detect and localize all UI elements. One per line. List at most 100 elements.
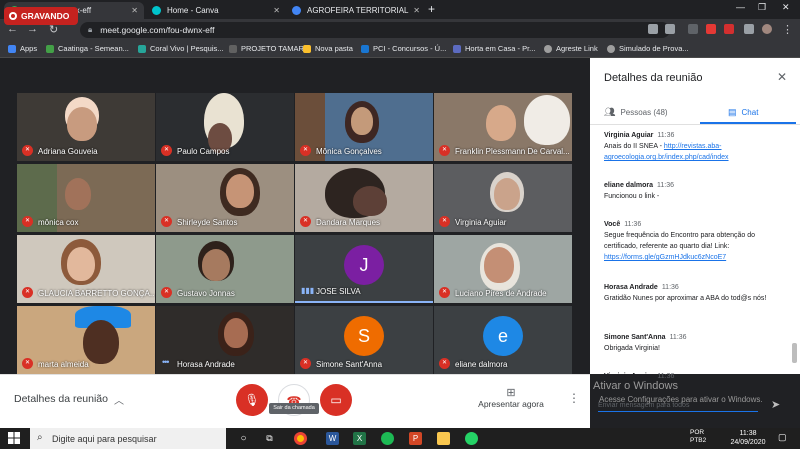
leave-call-tooltip: Sair da chamada <box>269 403 319 414</box>
globe-icon <box>607 44 615 53</box>
participant-tile[interactable]: ✕ Adriana Gouveia <box>17 93 155 161</box>
browser-menu-icon[interactable]: ⋮ <box>782 23 793 36</box>
chrome-app-icon[interactable] <box>294 432 307 445</box>
notifications-icon[interactable]: ▢ <box>778 432 787 443</box>
maximize-icon[interactable]: ❐ <box>758 2 766 13</box>
extensions-puzzle-icon[interactable] <box>744 24 754 34</box>
word-app-icon[interactable]: W <box>326 432 339 445</box>
camera-icon[interactable] <box>648 24 658 34</box>
more-options-icon[interactable]: ⋮ <box>568 391 580 405</box>
close-panel-icon[interactable]: ✕ <box>777 70 787 84</box>
close-tab-icon[interactable]: ✕ <box>131 6 138 15</box>
present-now-button[interactable]: ⊞ Apresentar agora <box>476 386 546 409</box>
search-placeholder: Digite aqui para pesquisar <box>52 433 157 444</box>
message-text: Gratidão Nunes por aproximar a ABA do to… <box>604 295 767 302</box>
language-indicator[interactable]: POR PTB2 <box>690 429 706 445</box>
tab-people[interactable]: 👥︎ Pessoas (48) <box>604 107 668 118</box>
browser-tab-agrofeira[interactable]: AGROFEIRA TERRITORIAL - Soci ✕ <box>286 2 426 19</box>
participant-tile[interactable]: ✕ Franklin Plessmann De Carval... <box>434 93 572 161</box>
participant-tile[interactable]: ✕ marta almeida <box>17 306 155 374</box>
chat-message: Virginia Aguiar 11:36 Anais do II SNEA - … <box>604 130 784 163</box>
clock-time: 11:38 <box>739 430 757 437</box>
muted-mic-icon: ✕ <box>439 358 450 369</box>
participant-name: GLAUCIA BARRETTO GONÇA... <box>38 289 155 298</box>
browser-tab-canva[interactable]: Home - Canva ✕ <box>146 2 286 19</box>
participant-tile[interactable]: ••• Horasa Andrade <box>156 306 294 374</box>
cortana-icon[interactable]: ○ <box>237 432 250 445</box>
bookmark-caatinga[interactable]: Caatinga - Semean... <box>46 44 129 53</box>
participant-tile[interactable]: ✕ Dandara Marques <box>295 164 433 232</box>
participant-name: Mônica Gonçalves <box>316 147 382 156</box>
meeting-details-button[interactable]: Detalhes da reunião <box>14 393 108 405</box>
panel-title: Detalhes da reunião <box>604 72 703 84</box>
minimize-icon[interactable]: — <box>736 2 745 12</box>
bookmark-apps[interactable]: Apps <box>8 44 37 53</box>
page-favicon-icon <box>292 6 301 15</box>
close-tab-icon[interactable]: ✕ <box>413 6 420 15</box>
bookmark-folder[interactable]: Nova pasta <box>303 44 353 53</box>
tab-label: Pessoas (48) <box>620 108 668 117</box>
participant-tile[interactable]: ✕ Luciano Pires de Andrade <box>434 235 572 303</box>
bookmark-favicon-icon <box>138 44 146 53</box>
mic-off-button[interactable]: 🎙︎ <box>236 384 268 416</box>
bookmark-horta[interactable]: Horta em Casa - Pr... <box>453 44 535 53</box>
extension-icon[interactable] <box>706 24 716 34</box>
bookmark-label: Horta em Casa - Pr... <box>465 44 536 53</box>
participant-face <box>202 249 230 281</box>
whatsapp-app-icon[interactable] <box>465 432 478 445</box>
address-bar[interactable]: 🔒︎ meet.google.com/fou-dwnx-eff <box>80 22 670 38</box>
muted-mic-icon: ✕ <box>161 216 172 227</box>
windows-start-icon[interactable] <box>8 432 20 444</box>
spotify-app-icon[interactable] <box>381 432 394 445</box>
camera-off-button[interactable]: ▭ <box>320 384 352 416</box>
send-icon[interactable]: ➤ <box>771 398 780 411</box>
new-tab-button[interactable]: + <box>428 2 435 16</box>
participant-tile[interactable]: J ▮▮▮ JOSE SILVA <box>295 235 433 303</box>
bookmark-simulado[interactable]: Simulado de Prova... <box>607 44 689 53</box>
chevron-up-icon[interactable]: ︿ <box>114 392 124 407</box>
muted-mic-icon: ✕ <box>161 145 172 156</box>
speaking-indicator-icon: ••• <box>162 357 170 367</box>
participant-tile[interactable]: ✕ Virginia Aguiar <box>434 164 572 232</box>
excel-app-icon[interactable]: X <box>353 432 366 445</box>
participant-name: Luciano Pires de Andrade <box>455 289 547 298</box>
bookmark-tamar[interactable]: PROJETO TAMAR <box>229 44 304 53</box>
participant-tile[interactable]: ✕ Paulo Campos <box>156 93 294 161</box>
chat-message: Horasa Andrade 11:36 Gratidão Nunes por a… <box>604 282 784 304</box>
participant-tile[interactable]: S ✕ Simone Sant'Anna <box>295 306 433 374</box>
tab-title: Home - Canva <box>167 6 219 15</box>
participant-name: Adriana Gouveia <box>38 147 98 156</box>
folder-icon <box>303 44 311 53</box>
task-view-icon[interactable]: ⧉ <box>263 432 276 445</box>
taskbar-search-box[interactable]: ⌕ Digite aqui para pesquisar <box>30 428 226 449</box>
bookmark-coral-vivo[interactable]: Coral Vivo | Pesquis... <box>138 44 224 53</box>
system-clock[interactable]: 11:38 24/09/2020 <box>730 429 766 447</box>
profile-avatar[interactable] <box>762 24 772 34</box>
chat-scrollbar[interactable] <box>792 343 797 363</box>
participant-tile[interactable]: ✕ Shirleyde Santos <box>156 164 294 232</box>
message-link[interactable]: https://forms.gle/gGzmHJdkuc6zNcoE7 <box>604 254 726 261</box>
bookmark-pci[interactable]: PCI - Concursos - Ú... <box>361 44 446 53</box>
close-tab-icon[interactable]: ✕ <box>273 6 280 15</box>
pdf-extension-icon[interactable] <box>724 24 734 34</box>
close-window-icon[interactable]: ✕ <box>782 2 790 13</box>
tab-chat[interactable]: ▤ Chat <box>728 107 758 118</box>
participant-tile[interactable]: ✕ Mônica Gonçalves <box>295 93 433 161</box>
chat-input-placeholder: Enviar mensagem para todos <box>598 402 690 409</box>
chat-message: Você 11:36 Segue frequência do Encontro p… <box>604 219 784 263</box>
message-text: Anais do II SNEA - <box>604 143 664 150</box>
bookmark-star-icon[interactable] <box>665 24 675 34</box>
participant-tile[interactable]: e ✕ eliane dalmora <box>434 306 572 374</box>
chat-input[interactable]: Enviar mensagem para todos <box>598 398 758 412</box>
extension-icon[interactable] <box>688 24 698 34</box>
bookmark-agreste[interactable]: Agreste Link <box>544 44 598 53</box>
participant-name: Horasa Andrade <box>177 360 235 369</box>
file-explorer-icon[interactable] <box>437 432 450 445</box>
muted-mic-icon: ✕ <box>300 216 311 227</box>
participant-tile[interactable]: ✕ mônica cox <box>17 164 155 232</box>
mic-off-icon: 🎙︎ <box>244 393 260 407</box>
participant-tile[interactable]: ✕ Gustavo Jonnas <box>156 235 294 303</box>
tab-title: AGROFEIRA TERRITORIAL - Soci <box>307 6 409 15</box>
powerpoint-app-icon[interactable]: P <box>409 432 422 445</box>
participant-tile[interactable]: ✕ GLAUCIA BARRETTO GONÇA... <box>17 235 155 303</box>
